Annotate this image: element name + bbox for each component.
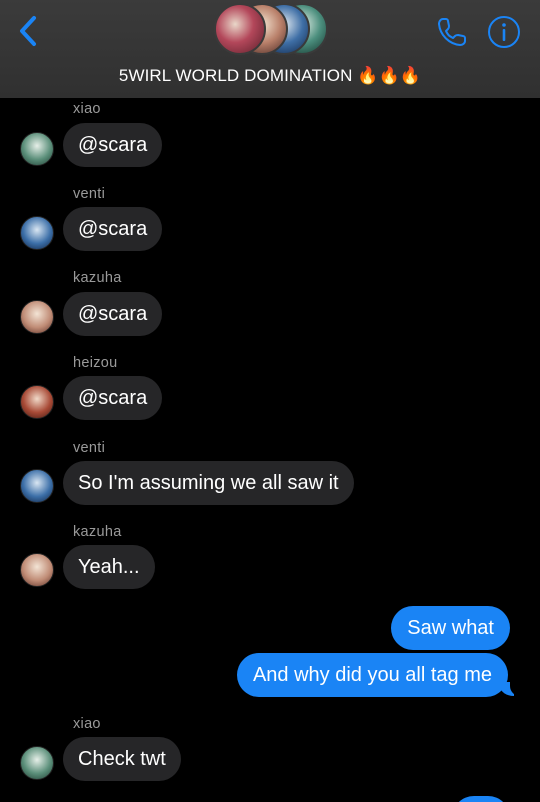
chevron-left-icon[interactable] [14,14,42,48]
message-bubble[interactable]: @scara [63,123,163,167]
sender-name: kazuha [73,524,122,540]
group-title[interactable]: 5WIRL WORLD DOMINATION 🔥🔥🔥 [0,66,540,86]
group-avatars[interactable] [214,3,328,55]
outgoing-message-bubble[interactable]: Saw what [391,606,510,650]
message-bubble[interactable]: @scara [63,207,163,251]
avatar[interactable] [20,300,54,334]
outgoing-message-bubble-partial[interactable] [452,796,510,802]
avatar[interactable] [20,385,54,419]
message-bubble[interactable]: So I'm assuming we all saw it [63,461,354,505]
message-bubble[interactable]: @scara [63,376,163,420]
message-bubble[interactable]: Yeah... [63,545,155,589]
avatar[interactable] [20,746,54,780]
sender-name: venti [73,440,106,456]
sender-name: xiao [73,101,101,117]
sender-name: venti [73,186,106,202]
avatar[interactable] [20,132,54,166]
phone-icon[interactable] [434,14,470,50]
sender-name: kazuha [73,270,122,286]
sender-name: heizou [73,355,118,371]
avatar[interactable] [20,553,54,587]
info-icon[interactable] [487,15,521,49]
chat-header: 5WIRL WORLD DOMINATION 🔥🔥🔥 [0,0,540,98]
message-bubble[interactable]: Check twt [63,737,181,781]
outgoing-message-bubble[interactable]: And why did you all tag me [236,653,508,697]
sender-name: xiao [73,716,101,732]
avatar[interactable] [20,216,54,250]
avatar[interactable] [20,469,54,503]
message-bubble[interactable]: @scara [63,292,163,336]
group-member-avatar [214,3,266,55]
